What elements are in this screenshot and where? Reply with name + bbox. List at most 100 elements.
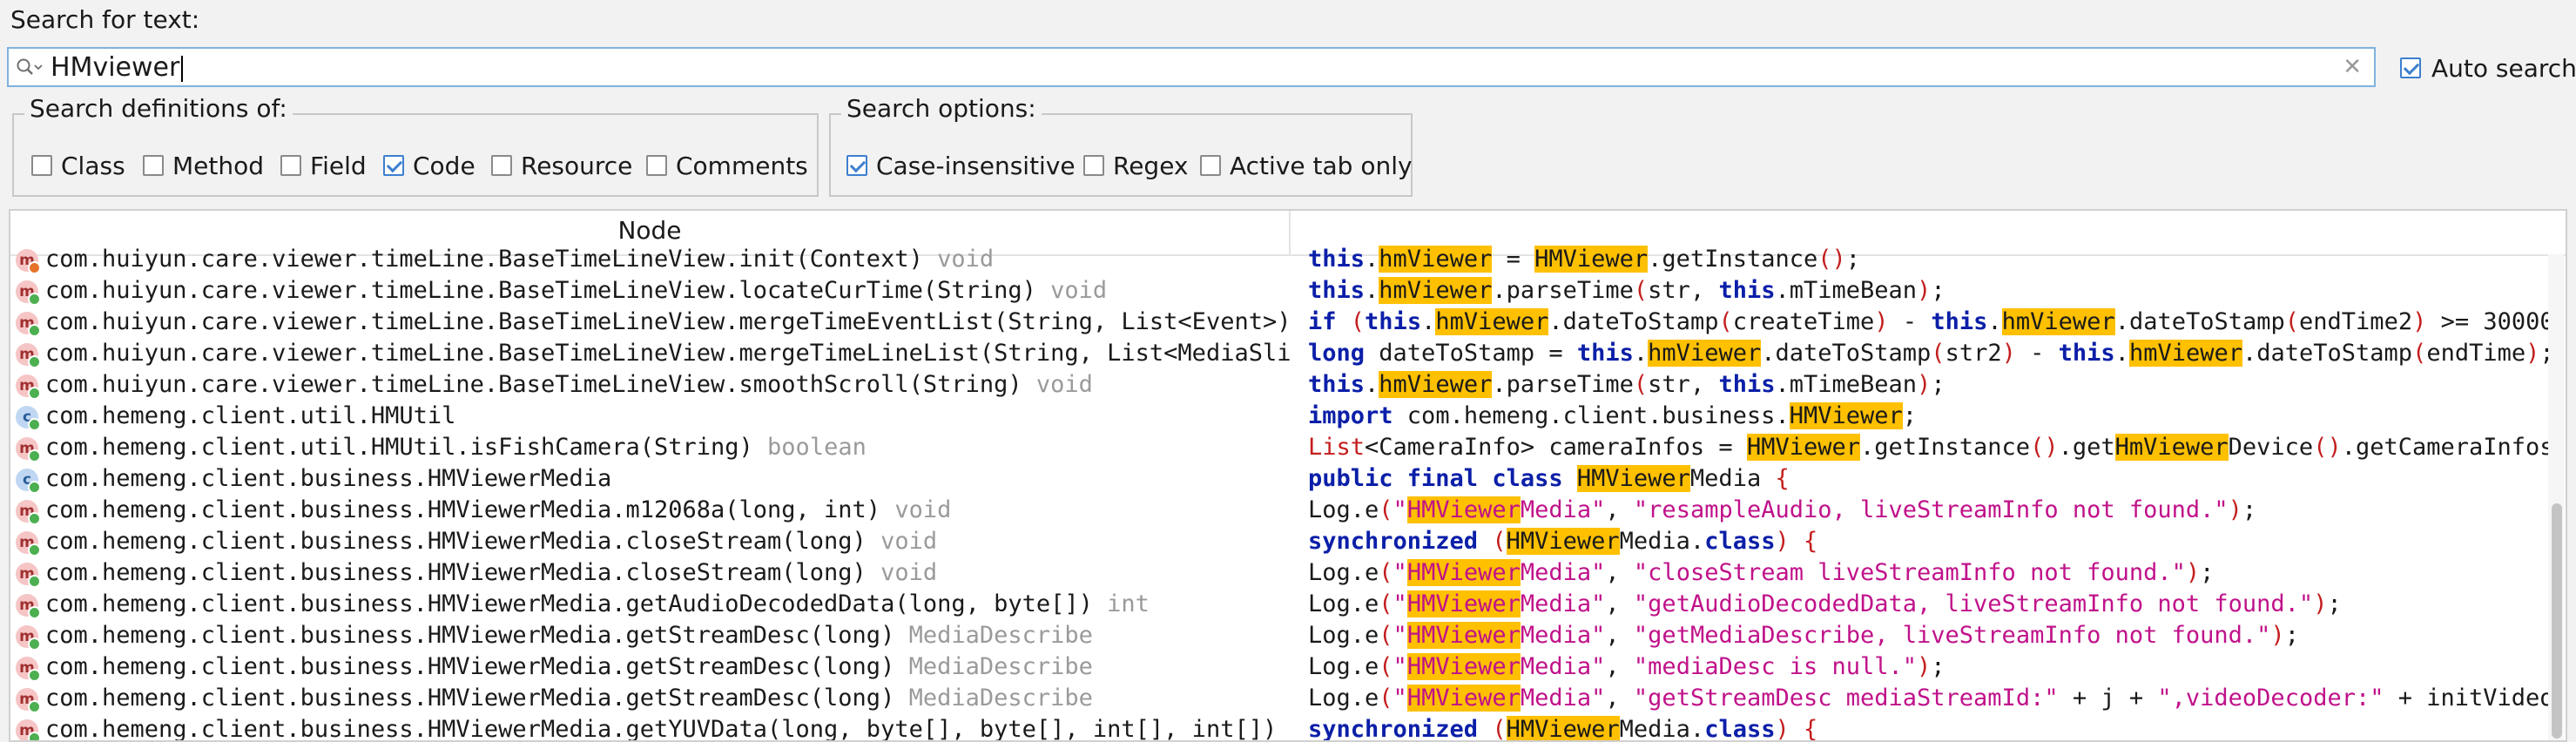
option-regex[interactable]: Regex <box>1083 150 1189 180</box>
code-token: , <box>1605 590 1634 617</box>
code-token: ",videoDecoder:" <box>2157 685 2384 712</box>
auto-search-check-icon[interactable] <box>2400 57 2421 78</box>
table-row[interactable]: m com.hemeng.client.business.HMViewerMedi… <box>10 620 2566 651</box>
match-highlight: HMViewer <box>1406 496 1521 523</box>
scrollbar-thumb[interactable] <box>2552 503 2562 739</box>
active-tab-only-label: Active tab only <box>1230 151 1413 180</box>
code-token: Media" <box>1520 622 1606 649</box>
code-token: >= 30000 <box>2426 308 2553 335</box>
regex-checkbox[interactable] <box>1083 155 1104 176</box>
table-row[interactable]: m com.hemeng.client.business.HMViewerMedi… <box>10 526 2566 557</box>
code-token: Log.e <box>1308 685 1379 712</box>
option-case-insensitive[interactable]: Case-insensitive <box>846 150 1076 180</box>
table-row[interactable]: m com.huiyun.care.viewer.timeLine.BaseTim… <box>10 338 2566 369</box>
node-cell: com.hemeng.client.business.HMViewerMedia… <box>45 714 1291 740</box>
code-token: createTime <box>1732 308 1875 335</box>
code-token: .parseTime <box>1492 277 1634 304</box>
table-row[interactable]: m com.huiyun.care.viewer.timeLine.BaseTim… <box>10 307 2566 338</box>
option-resource[interactable]: Resource <box>491 150 632 180</box>
code-cell: Log.e("HMViewerMedia", "mediaDesc is nul… <box>1308 651 2553 683</box>
resource-checkbox[interactable] <box>491 155 512 176</box>
match-highlight: HMViewer <box>1406 685 1521 712</box>
node-name: com.hemeng.client.business.HMViewerMedia… <box>45 590 1093 617</box>
clear-icon[interactable]: ✕ <box>2343 54 2362 80</box>
option-class[interactable]: Class <box>31 150 125 180</box>
table-row[interactable]: m com.hemeng.client.business.HMViewerMedi… <box>10 589 2566 620</box>
field-label: Field <box>310 151 367 180</box>
option-comments[interactable]: Comments <box>646 150 808 180</box>
class-icon: c <box>16 469 41 494</box>
code-token: , <box>1605 653 1634 680</box>
return-type: void <box>880 528 938 555</box>
text-caret <box>181 55 184 82</box>
table-row[interactable]: m com.hemeng.client.business.HMViewerMedi… <box>10 495 2566 526</box>
resource-label: Resource <box>521 151 633 180</box>
code-token: . <box>2114 340 2129 367</box>
table-row[interactable]: m com.hemeng.client.util.HMUtil.isFishCam… <box>10 432 2566 463</box>
match-highlight: HMViewer <box>1506 528 1620 555</box>
method-icon: m <box>16 563 41 588</box>
code-token: "closeStream liveStreamInfo not found." <box>1633 559 2186 586</box>
table-row[interactable]: m com.hemeng.client.business.HMViewerMedi… <box>10 651 2566 683</box>
active-tab-only-checkbox[interactable] <box>1200 155 1221 176</box>
node-cell: com.huiyun.care.viewer.timeLine.BaseTime… <box>45 275 1291 307</box>
option-field[interactable]: Field <box>280 150 367 180</box>
code-token: , <box>1605 559 1634 586</box>
code-token: synchronized <box>1308 528 1479 555</box>
access-dot-icon <box>28 418 41 431</box>
column-header-node[interactable]: Node <box>10 216 1289 245</box>
auto-search-checkbox[interactable]: Auto search <box>2400 52 2576 83</box>
search-label: Search for text: <box>10 5 200 34</box>
code-token: ; <box>1931 371 1945 398</box>
match-highlight: HmViewer <box>2114 434 2229 461</box>
option-code[interactable]: Code <box>383 150 475 180</box>
method-checkbox[interactable] <box>143 155 164 176</box>
comments-checkbox[interactable] <box>646 155 667 176</box>
code-token: ( <box>1379 685 1393 712</box>
node-name: com.huiyun.care.viewer.timeLine.BaseTime… <box>45 277 1036 304</box>
class-checkbox[interactable] <box>31 155 52 176</box>
node-cell: com.hemeng.client.business.HMViewerMedia <box>45 463 1291 495</box>
code-token: this <box>1308 246 1366 273</box>
code-token: { <box>1804 528 1818 555</box>
match-highlight: HMViewer <box>1789 402 1903 429</box>
return-type: int <box>1107 590 1150 617</box>
table-row[interactable]: m com.huiyun.care.viewer.timeLine.BaseTim… <box>10 369 2566 401</box>
node-name: com.hemeng.client.business.HMViewerMedia <box>45 465 612 492</box>
node-cell: com.huiyun.care.viewer.timeLine.BaseTime… <box>45 244 1291 275</box>
match-highlight: HMViewer <box>1406 590 1521 617</box>
field-checkbox[interactable] <box>280 155 301 176</box>
option-method[interactable]: Method <box>143 150 264 180</box>
code-token: ) <box>1917 371 1932 398</box>
access-dot-icon <box>28 355 41 368</box>
code-token: "getMediaDescribe, liveStreamInfo not fo… <box>1633 622 2271 649</box>
search-input[interactable]: HMviewer ✕ <box>7 47 2376 87</box>
match-highlight: hmViewer <box>2128 340 2242 367</box>
code-token: ; <box>2200 559 2215 586</box>
code-token: Media" <box>1520 685 1606 712</box>
node-name: com.huiyun.care.viewer.timeLine.BaseTime… <box>45 246 923 273</box>
method-icon: m <box>16 437 41 462</box>
code-token: import <box>1308 402 1393 429</box>
option-active-tab-only[interactable]: Active tab only <box>1200 150 1413 180</box>
table-row[interactable]: c com.hemeng.client.business.HMViewerMedi… <box>10 463 2566 495</box>
code-token: class <box>1704 716 1776 742</box>
table-row[interactable]: m com.hemeng.client.business.HMViewerMedi… <box>10 557 2566 589</box>
method-icon: m <box>16 374 41 400</box>
code-checkbox[interactable] <box>383 155 404 176</box>
code-token: Log.e <box>1308 559 1379 586</box>
table-row[interactable]: m com.huiyun.care.viewer.timeLine.BaseTim… <box>10 244 2566 275</box>
access-dot-icon <box>28 700 41 713</box>
table-row[interactable]: m com.hemeng.client.business.HMViewerMedi… <box>10 714 2566 742</box>
table-row[interactable]: c com.hemeng.client.util.HMUtil import com… <box>10 401 2566 432</box>
code-token: ) <box>2525 340 2540 367</box>
table-row[interactable]: m com.hemeng.client.business.HMViewerMedi… <box>10 683 2566 714</box>
table-row[interactable]: m com.huiyun.care.viewer.timeLine.BaseTim… <box>10 275 2566 307</box>
code-token: .dateToStamp <box>2114 308 2285 335</box>
code-token: " <box>1393 559 1407 586</box>
code-token: ) <box>2185 559 2201 586</box>
class-label: Class <box>61 151 125 180</box>
case-insensitive-checkbox[interactable] <box>846 155 867 176</box>
match-highlight: hmViewer <box>2001 308 2115 335</box>
